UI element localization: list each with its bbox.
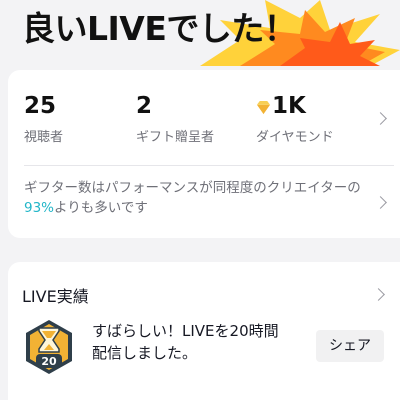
diamond-icon (256, 100, 271, 115)
badge-number: 20 (41, 355, 57, 368)
stats-card[interactable]: 25 視聴者 2 ギフト贈呈者 1K ダイヤモンド ギフター数はパフォーマンスが… (8, 70, 400, 238)
achievement-message: すばらしい！LIVEを20時間配信しました。 (92, 322, 279, 362)
divider (24, 165, 394, 166)
live-results-card: LIVE実績 20 すばらしい！LIVEを20時間配信しました。 シェア (8, 262, 400, 400)
diamonds-count: 1K (272, 93, 306, 119)
diamonds-value-row: 1K (256, 92, 334, 120)
gifter-comparison-text: ギフター数はパフォーマンスが同程度のクリエイターの93%よりも多いです (24, 180, 361, 216)
hourglass-badge-icon: 20 (26, 320, 72, 374)
viewers-count: 25 (24, 93, 57, 119)
diamonds-stat: 1K ダイヤモンド (256, 92, 334, 145)
viewers-stat: 25 視聴者 (24, 92, 63, 145)
chevron-right-icon[interactable] (374, 196, 387, 209)
diamonds-label: ダイヤモンド (256, 130, 334, 145)
comparison-percent: 93% (24, 200, 55, 216)
chevron-right-icon[interactable] (372, 288, 385, 301)
viewers-label: 視聴者 (24, 130, 64, 145)
chevron-right-icon[interactable] (374, 112, 387, 125)
gifters-stat: 2 ギフト贈呈者 (136, 92, 214, 145)
share-button[interactable]: シェア (316, 330, 384, 362)
page-title: 良いLIVEでした！ (22, 9, 297, 48)
gifters-count: 2 (136, 93, 153, 119)
gifters-label: ギフト贈呈者 (136, 130, 215, 145)
header-banner: 良いLIVEでした！ (0, 0, 400, 66)
section-title: LIVE実績 (22, 287, 89, 306)
